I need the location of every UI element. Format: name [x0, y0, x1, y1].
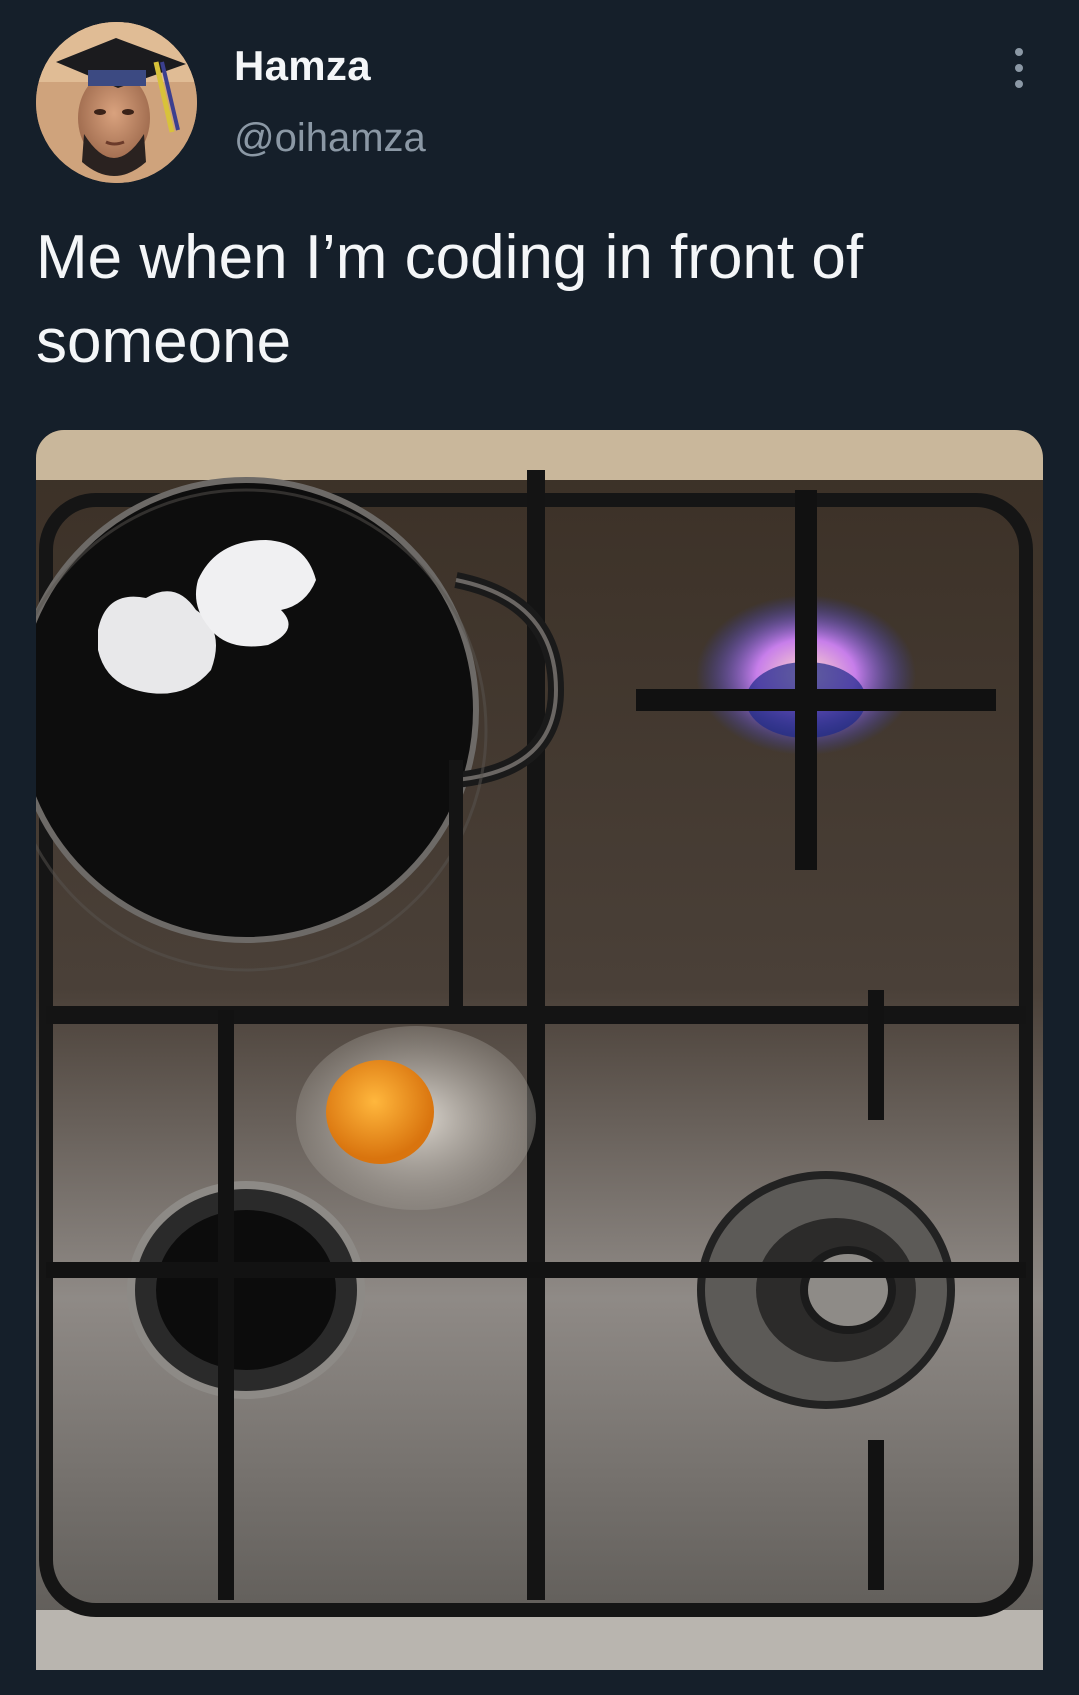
tweet-text: Me when I’m coding in front of someone [36, 223, 864, 376]
avatar-image [36, 22, 197, 183]
stove-photo [36, 430, 1043, 1670]
display-name[interactable]: Hamza [234, 42, 371, 90]
more-vertical-icon-dot [1015, 64, 1023, 72]
bottom-divider [0, 1670, 1079, 1695]
more-vertical-icon [1015, 48, 1023, 56]
avatar[interactable] [36, 22, 197, 183]
tweet-media-image[interactable] [36, 430, 1043, 1670]
more-vertical-icon-dot [1015, 80, 1023, 88]
tweet-card: Hamza @oihamza Me when I’m coding in fro… [0, 0, 1079, 1695]
user-handle[interactable]: @oihamza [234, 116, 426, 161]
more-options-button[interactable] [1004, 44, 1034, 92]
